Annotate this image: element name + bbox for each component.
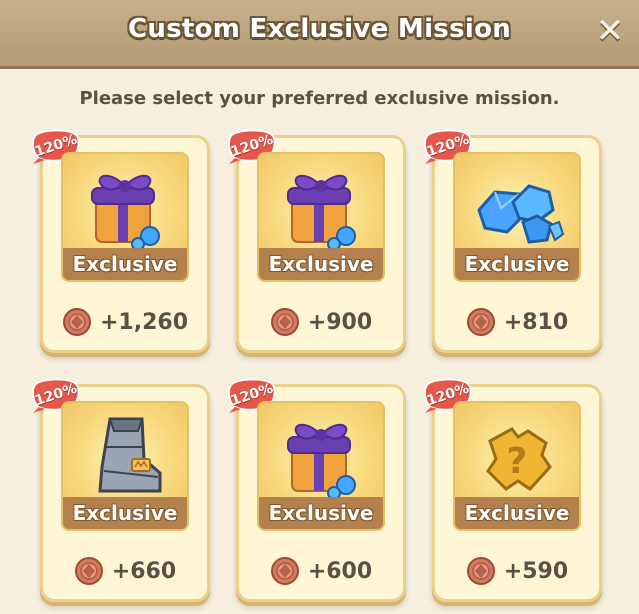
reward-amount: +810 — [503, 309, 569, 335]
armor-boot-icon — [98, 417, 162, 493]
exclusive-ribbon: Exclusive — [63, 248, 187, 280]
copper-coin-icon — [466, 557, 495, 585]
exclusive-ribbon: Exclusive — [455, 248, 579, 280]
close-icon: ✕ — [595, 11, 625, 51]
item-art: Exclusive — [61, 401, 189, 531]
exclusive-label: Exclusive — [464, 252, 570, 276]
item-art: Exclusive — [257, 152, 385, 282]
mission-card[interactable]: 120% Exclusive +810 — [423, 129, 602, 353]
reward-row: +600 — [239, 555, 403, 587]
mission-dialog: Custom Exclusive Mission ✕ Please select… — [0, 0, 639, 614]
mission-card[interactable]: 120% Exclusive +660 — [31, 378, 210, 602]
blue-gems-icon — [477, 184, 565, 244]
mission-card[interactable]: 120% Exclusive +600 — [227, 378, 406, 602]
dialog-header: Custom Exclusive Mission ✕ — [0, 0, 639, 69]
mission-card[interactable]: 120% Exclusive +900 — [227, 129, 406, 353]
item-art: Exclusive — [61, 152, 189, 282]
exclusive-ribbon: Exclusive — [455, 497, 579, 529]
mission-card[interactable]: 120% ? Exclusive +590 — [423, 378, 602, 602]
dialog-title: Custom Exclusive Mission — [127, 14, 512, 44]
exclusive-ribbon: Exclusive — [259, 248, 383, 280]
reward-amount: +660 — [111, 558, 177, 584]
dialog-subtitle: Please select your preferred exclusive m… — [79, 88, 560, 109]
exclusive-label: Exclusive — [72, 501, 178, 525]
reward-row: +900 — [239, 306, 403, 338]
copper-coin-icon — [270, 308, 299, 336]
copper-coin-icon — [466, 308, 495, 336]
gift-box-icon — [287, 423, 356, 500]
reward-amount: +900 — [307, 309, 373, 335]
reward-amount: +1,260 — [99, 309, 189, 335]
svg-text:?: ? — [507, 441, 528, 482]
reward-amount: +600 — [307, 558, 373, 584]
copper-coin-icon — [62, 308, 91, 336]
close-button[interactable]: ✕ — [593, 14, 627, 48]
exclusive-label: Exclusive — [464, 501, 570, 525]
copper-coin-icon — [270, 557, 299, 585]
reward-row: +660 — [43, 555, 207, 587]
exclusive-ribbon: Exclusive — [259, 497, 383, 529]
item-art: Exclusive — [257, 401, 385, 531]
reward-row: +810 — [435, 306, 599, 338]
item-art: ? Exclusive — [453, 401, 581, 531]
exclusive-label: Exclusive — [72, 252, 178, 276]
mission-card[interactable]: 120% Exclusive +1,260 — [31, 129, 210, 353]
mystery-puzzle-icon: ? — [486, 427, 552, 491]
exclusive-ribbon: Exclusive — [63, 497, 187, 529]
gift-box-icon — [91, 174, 160, 251]
reward-row: +1,260 — [43, 306, 207, 338]
gift-box-icon — [287, 174, 356, 251]
exclusive-label: Exclusive — [268, 501, 374, 525]
copper-coin-icon — [74, 557, 103, 585]
item-art: Exclusive — [453, 152, 581, 282]
reward-amount: +590 — [503, 558, 569, 584]
exclusive-label: Exclusive — [268, 252, 374, 276]
reward-row: +590 — [435, 555, 599, 587]
